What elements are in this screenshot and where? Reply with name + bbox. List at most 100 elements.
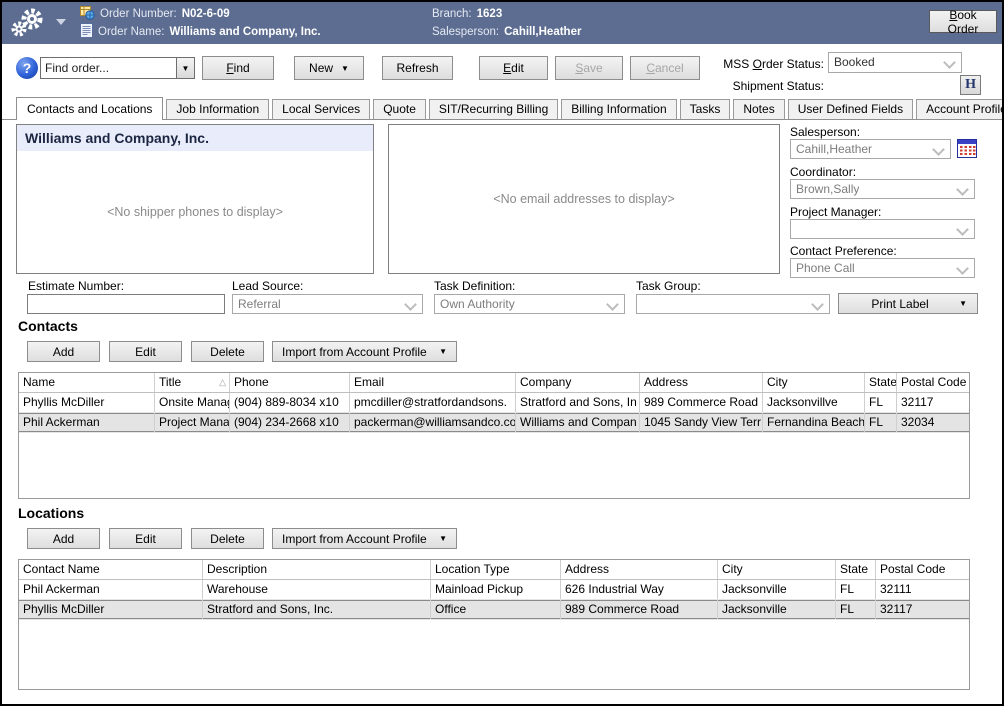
salesperson-header-value: Cahill,Heather <box>504 26 581 38</box>
find-button[interactable]: Find <box>202 56 274 80</box>
lead-source-chevron-icon <box>404 298 417 311</box>
tab-notes[interactable]: Notes <box>733 99 784 119</box>
branch-value: 1623 <box>477 8 503 20</box>
new-dropdown-arrow-icon: ▼ <box>341 64 349 73</box>
find-order-dropdown-icon[interactable]: ▼ <box>176 58 194 78</box>
task-group-label: Task Group: <box>636 279 701 293</box>
locations-col-city[interactable]: City <box>718 560 836 579</box>
coordinator-value: Brown,Sally <box>796 182 859 196</box>
branch-label: Branch: <box>432 8 472 20</box>
contacts-col-postal-code[interactable]: Postal Code <box>897 373 970 392</box>
contacts-delete-button[interactable]: Delete <box>191 341 264 362</box>
contacts-row-phyllis-mcdiller[interactable]: Phyllis McDiller Onsite Manag (904) 889-… <box>19 393 969 413</box>
contacts-table-header: Name Title△ Phone Email Company Address … <box>19 373 969 393</box>
contact-preference-value: Phone Call <box>796 261 855 275</box>
locations-edit-button[interactable]: Edit <box>109 528 182 549</box>
locations-col-state[interactable]: State <box>836 560 876 579</box>
tab-tasks[interactable]: Tasks <box>680 99 731 119</box>
locations-import-dropdown-arrow-icon: ▼ <box>439 534 447 543</box>
locations-import-button[interactable]: Import from Account Profile ▼ <box>272 528 457 549</box>
project-manager-chevron-icon <box>956 223 969 236</box>
find-order-combobox[interactable]: Find order... ▼ <box>40 57 195 79</box>
print-label-dropdown-arrow-icon: ▼ <box>959 299 967 308</box>
order-number-value: N02-6-09 <box>182 8 230 20</box>
book-order-button[interactable]: Book Order <box>929 10 997 33</box>
find-order-value: Find order... <box>45 61 109 75</box>
contacts-col-state[interactable]: State <box>865 373 897 392</box>
locations-col-description[interactable]: Description <box>203 560 431 579</box>
project-manager-combobox[interactable] <box>790 219 975 239</box>
contacts-col-city[interactable]: City <box>763 373 865 392</box>
shipment-history-button[interactable]: H <box>960 75 981 95</box>
locations-row-phyllis-mcdiller[interactable]: Phyllis McDiller Stratford and Sons, Inc… <box>19 600 969 620</box>
locations-table-header: Contact Name Description Location Type A… <box>19 560 969 580</box>
locations-col-contact-name[interactable]: Contact Name <box>19 560 203 579</box>
contacts-col-name[interactable]: Name <box>19 373 155 392</box>
order-name-label: Order Name: <box>98 26 164 38</box>
app-menu-gears-icon[interactable] <box>10 7 48 44</box>
contacts-col-phone[interactable]: Phone <box>230 373 350 392</box>
new-button[interactable]: New▼ <box>294 56 364 80</box>
task-definition-value: Own Authority <box>440 297 515 311</box>
lead-source-value: Referral <box>238 297 281 311</box>
order-name-icon <box>80 23 93 41</box>
locations-col-postal-code[interactable]: Postal Code <box>876 560 970 579</box>
mss-order-status-label: MSS Order Status: <box>642 57 824 71</box>
task-group-combobox[interactable] <box>636 294 830 314</box>
mss-order-status-chevron-icon <box>943 56 956 69</box>
save-button[interactable]: Save <box>555 56 623 80</box>
refresh-button[interactable]: Refresh <box>382 56 453 80</box>
tab-user-defined-fields[interactable]: User Defined Fields <box>788 99 913 119</box>
contacts-edit-button[interactable]: Edit <box>109 341 182 362</box>
order-window: Order Number: N02-6-09 Order Name: Willi… <box>0 0 1004 706</box>
contacts-col-title[interactable]: Title△ <box>155 373 230 392</box>
task-group-chevron-icon <box>811 298 824 311</box>
tab-local-services[interactable]: Local Services <box>272 99 370 119</box>
contacts-col-company[interactable]: Company <box>516 373 640 392</box>
email-addresses-panel: <No email addresses to display> <box>388 124 780 274</box>
locations-col-address[interactable]: Address <box>561 560 718 579</box>
salesperson-header-label: Salesperson: <box>432 26 499 38</box>
task-definition-label: Task Definition: <box>434 279 515 293</box>
tab-billing-information[interactable]: Billing Information <box>561 99 676 119</box>
locations-delete-button[interactable]: Delete <box>191 528 264 549</box>
locations-section-title: Locations <box>18 505 84 521</box>
locations-add-button[interactable]: Add <box>27 528 100 549</box>
no-shipper-phones-text: <No shipper phones to display> <box>17 151 373 273</box>
task-definition-combobox[interactable]: Own Authority <box>434 294 625 314</box>
lead-source-combobox[interactable]: Referral <box>232 294 423 314</box>
tab-account-profile[interactable]: Account Profile <box>916 99 1004 119</box>
salesperson-label: Salesperson: <box>790 125 860 139</box>
salesperson-calendar-icon[interactable] <box>957 139 977 163</box>
estimate-number-input[interactable] <box>27 294 225 314</box>
contacts-col-email[interactable]: Email <box>350 373 516 392</box>
contacts-table: Name Title△ Phone Email Company Address … <box>18 372 970 499</box>
mss-order-status-value: Booked <box>834 55 875 69</box>
help-icon[interactable]: ? <box>16 57 38 79</box>
tab-sit-recurring-billing[interactable]: SIT/Recurring Billing <box>429 99 558 119</box>
salesperson-combobox[interactable]: Cahill,Heather <box>790 139 951 159</box>
locations-col-location-type[interactable]: Location Type <box>431 560 561 579</box>
tab-quote[interactable]: Quote <box>373 99 426 119</box>
tab-contacts-and-locations[interactable]: Contacts and Locations <box>16 97 163 120</box>
contact-preference-label: Contact Preference: <box>790 244 897 258</box>
lead-source-label: Lead Source: <box>232 279 303 293</box>
contacts-add-button[interactable]: Add <box>27 341 100 362</box>
edit-button[interactable]: Edit <box>479 56 548 80</box>
contacts-import-dropdown-arrow-icon: ▼ <box>439 347 447 356</box>
locations-table: Contact Name Description Location Type A… <box>18 559 970 690</box>
contacts-import-button[interactable]: Import from Account Profile ▼ <box>272 341 457 362</box>
contact-preference-combobox[interactable]: Phone Call <box>790 258 975 278</box>
contacts-col-address[interactable]: Address <box>640 373 763 392</box>
locations-row-phil-ackerman[interactable]: Phil Ackerman Warehouse Mainload Pickup … <box>19 580 969 600</box>
tab-strip: Contacts and Locations Job Information L… <box>2 97 1002 120</box>
print-label-button[interactable]: Print Label ▼ <box>838 293 978 314</box>
app-menu-caret-icon[interactable] <box>56 19 66 25</box>
estimate-number-label: Estimate Number: <box>28 279 124 293</box>
contacts-row-phil-ackerman[interactable]: Phil Ackerman Project Manag (904) 234-26… <box>19 413 969 433</box>
mss-order-status-combobox[interactable]: Booked <box>828 52 962 73</box>
tab-job-information[interactable]: Job Information <box>166 99 269 119</box>
coordinator-label: Coordinator: <box>790 165 856 179</box>
coordinator-combobox[interactable]: Brown,Sally <box>790 179 975 199</box>
project-manager-label: Project Manager: <box>790 205 881 219</box>
